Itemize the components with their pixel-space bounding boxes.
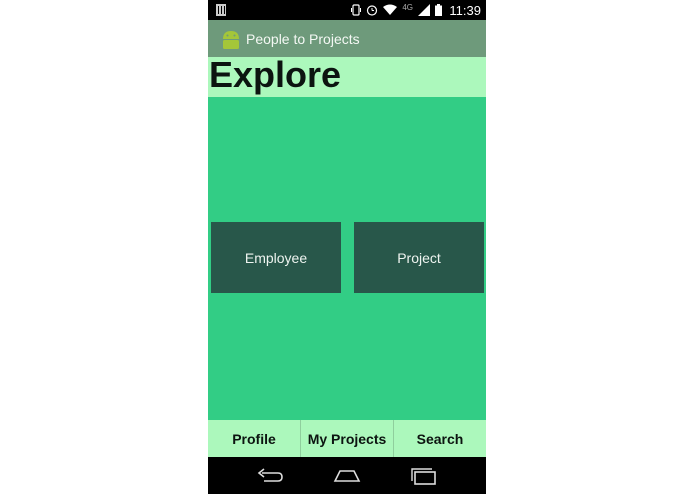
vibrate-icon xyxy=(351,4,362,16)
android-icon[interactable] xyxy=(220,28,242,50)
network-type: 4G xyxy=(402,2,413,12)
notification-icon xyxy=(216,4,226,16)
status-icons: 4G xyxy=(351,3,442,17)
alarm-icon xyxy=(367,5,378,16)
recents-icon[interactable] xyxy=(408,465,440,487)
status-bar: 4G 11:39 xyxy=(208,0,486,20)
action-bar: People to Projects xyxy=(208,20,486,57)
navigation-bar xyxy=(208,457,486,494)
back-icon[interactable] xyxy=(254,465,286,487)
phone-screen: 4G 11:39 People to Projects Explore Empl… xyxy=(208,0,486,494)
clock: 11:39 xyxy=(449,3,481,18)
tab-search[interactable]: Search xyxy=(394,420,486,457)
app-title: People to Projects xyxy=(246,31,360,47)
home-icon[interactable] xyxy=(331,465,363,487)
bottom-tab-bar: Profile My Projects Search xyxy=(208,420,486,457)
battery-icon xyxy=(435,4,442,16)
employee-button[interactable]: Employee xyxy=(211,222,341,293)
page-title: Explore xyxy=(209,54,342,95)
tab-profile[interactable]: Profile xyxy=(208,420,301,457)
page-header: Explore xyxy=(208,54,486,97)
wifi-icon xyxy=(383,4,398,15)
tab-my-projects[interactable]: My Projects xyxy=(301,420,394,457)
project-button[interactable]: Project xyxy=(354,222,484,293)
signal-icon xyxy=(418,4,430,16)
